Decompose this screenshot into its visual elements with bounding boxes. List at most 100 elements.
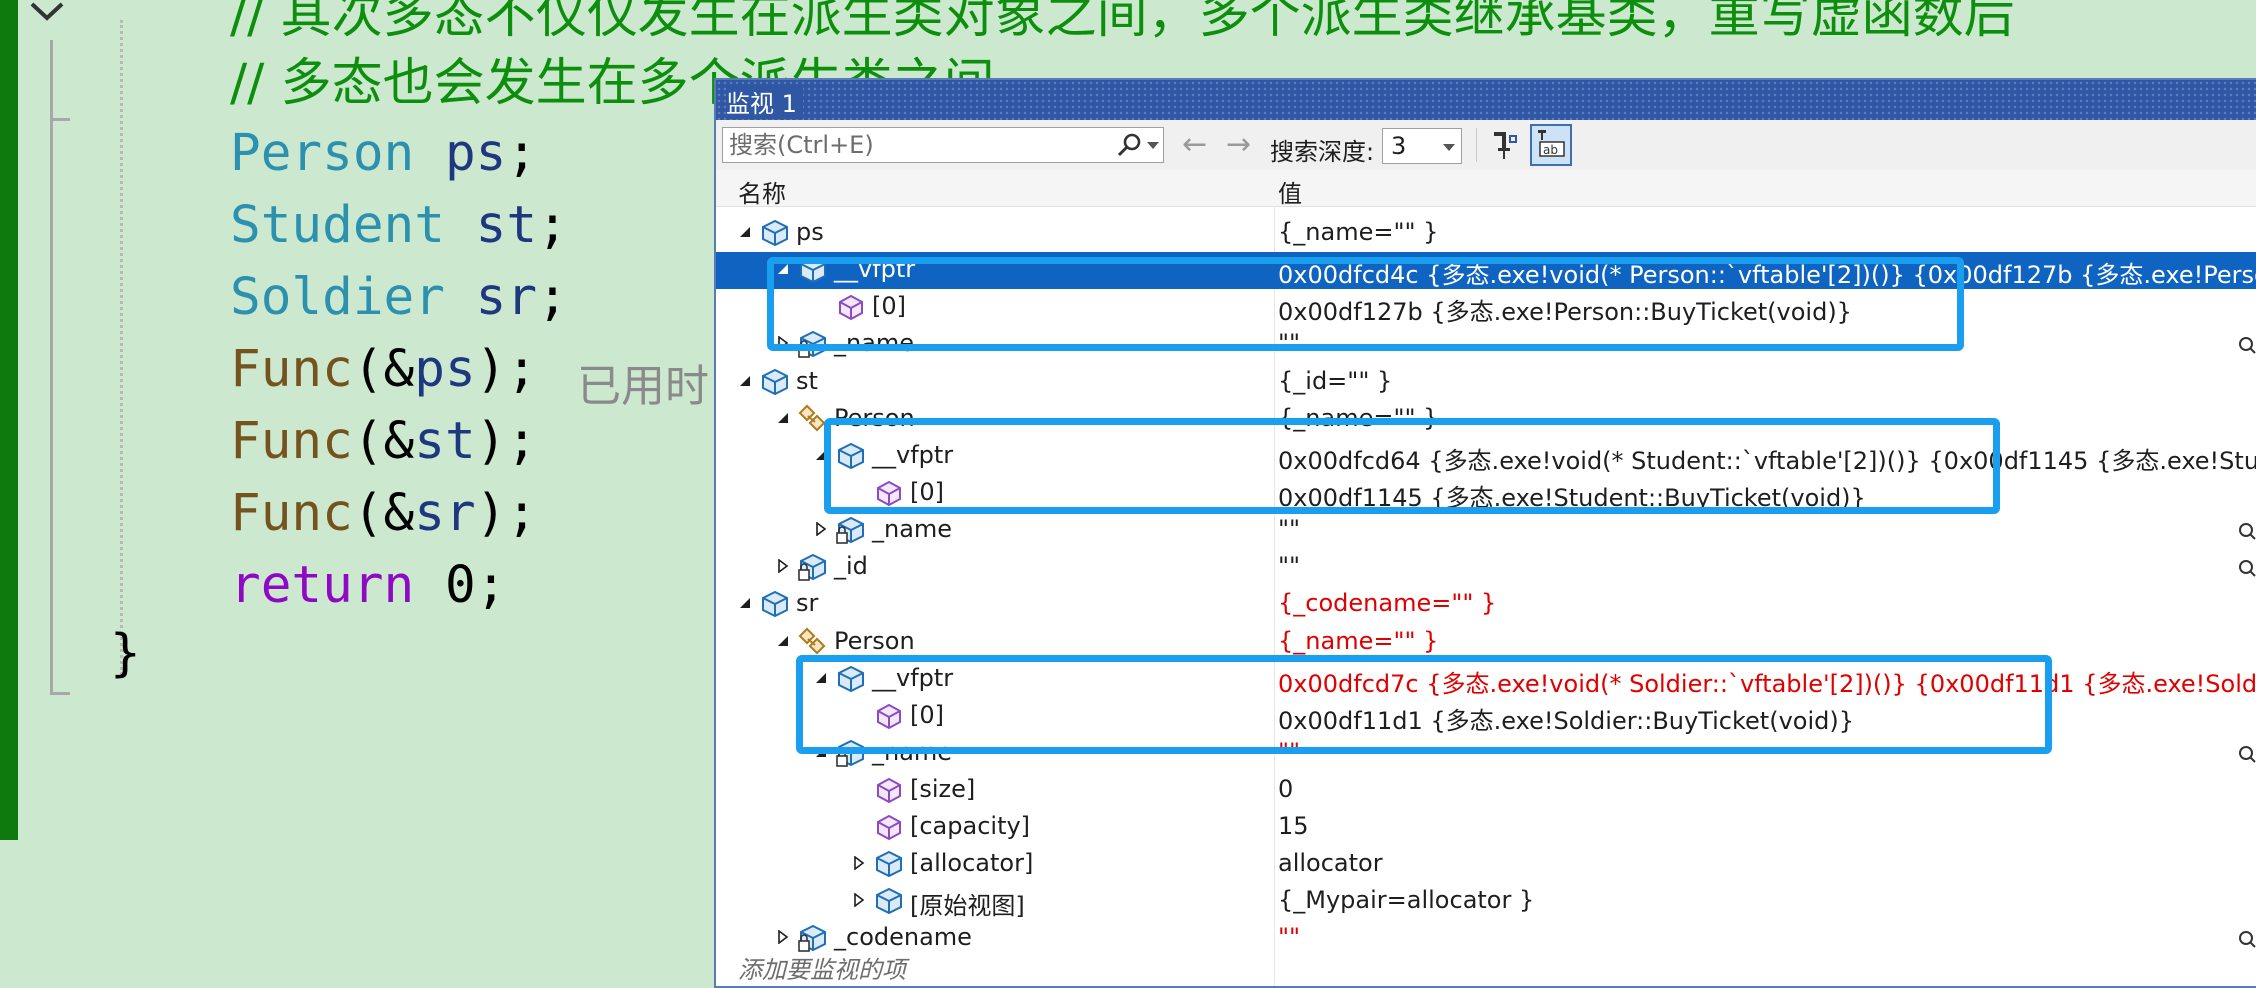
watch-row-name: st <box>796 367 818 395</box>
watch-row-value[interactable]: {_id="" } <box>1278 367 1392 395</box>
punctuation: ; <box>537 268 568 327</box>
watch-row-value[interactable]: {_name="" } <box>1278 627 1438 655</box>
watch-row-value[interactable]: "" <box>1278 515 1300 543</box>
collapsed-triangle-icon[interactable] <box>814 522 828 536</box>
indent-tick <box>50 692 70 695</box>
punctuation: (& <box>352 484 415 543</box>
indent-dotted-guide <box>120 20 123 675</box>
ab-icon: ab <box>1538 130 1565 157</box>
watch-row-value[interactable]: "" <box>1278 552 1300 580</box>
watch-row[interactable]: [size] 0 <box>716 772 2256 809</box>
variable-name: st <box>475 196 538 255</box>
column-name-header[interactable]: 名称 <box>738 174 786 209</box>
code-line-comment: // 其次多态不仅仅发生在派生类对象之间，多个派生类继承基类，重写虚函数后 <box>230 0 2015 52</box>
function-name: Func <box>230 340 353 399</box>
variable-name: sr <box>414 484 476 543</box>
watch-row-value[interactable]: 0 <box>1278 775 1293 803</box>
column-header: 名称 值 <box>716 170 2256 209</box>
watch-row-name: _id <box>834 552 868 580</box>
code-line-declaration: Person ps; <box>230 118 537 190</box>
object-icon <box>876 887 902 915</box>
chevron-down-icon[interactable] <box>24 0 70 32</box>
visualizer-search-icon[interactable] <box>2238 522 2256 540</box>
elapsed-time-hint: 已用时 <box>577 361 709 412</box>
watch-row[interactable]: _codename "" <box>716 920 2256 957</box>
type-name: Person <box>230 124 415 183</box>
column-value-header[interactable]: 值 <box>1278 174 1302 209</box>
collapsed-triangle-icon[interactable] <box>776 930 790 944</box>
highlight-box <box>796 655 2052 754</box>
watch-row[interactable]: [原始视图] {_Mypair=allocator } <box>716 883 2256 920</box>
watch-row[interactable]: _id "" <box>716 549 2256 586</box>
base-class-icon <box>798 627 826 655</box>
watch-row-name: ps <box>796 218 824 246</box>
watch-row-name: _codename <box>834 923 972 951</box>
type-name: Student <box>230 196 445 255</box>
watch-row[interactable]: _name "" <box>716 512 2256 549</box>
watch-row[interactable]: [capacity] 15 <box>716 809 2256 846</box>
pin-icon[interactable] <box>1488 126 1524 164</box>
forward-arrow-icon[interactable]: → <box>1226 130 1251 160</box>
variable-name: sr <box>475 268 538 327</box>
search-depth-select[interactable]: 3 <box>1382 128 1462 164</box>
locked-field-icon <box>798 924 826 952</box>
locked-field-icon <box>798 553 826 581</box>
add-watch-item[interactable]: 添加要监视的项 <box>738 950 906 985</box>
watch-row[interactable]: ps {_name="" } <box>716 215 2256 252</box>
code-line-call: Func(&st); <box>230 406 537 478</box>
watch-row-name: _name <box>872 515 953 543</box>
visualizer-search-icon[interactable] <box>2238 559 2256 577</box>
locked-field-icon <box>836 516 864 544</box>
expanded-triangle-icon[interactable] <box>738 225 752 239</box>
collapsed-triangle-icon[interactable] <box>776 559 790 573</box>
code-line-declaration: Soldier sr; <box>230 262 568 334</box>
watch-row[interactable]: [allocator] allocator <box>716 846 2256 883</box>
punctuation: ; <box>537 196 568 255</box>
search-icon[interactable] <box>1115 132 1143 160</box>
svg-text:ab: ab <box>1543 143 1558 157</box>
watch-row-value[interactable]: allocator <box>1278 849 1383 877</box>
element-icon <box>877 777 901 804</box>
variable-name: ps <box>444 124 507 183</box>
variable-name: st <box>414 412 476 471</box>
keyword-return: return <box>230 556 415 615</box>
watch-row-value[interactable]: {_codename="" } <box>1278 589 1496 617</box>
object-icon <box>762 219 788 247</box>
type-name: Soldier <box>230 268 445 327</box>
visualizer-search-icon[interactable] <box>2238 745 2256 763</box>
punctuation: ; <box>506 124 538 183</box>
code-line-return: return 0; <box>230 550 506 622</box>
expanded-triangle-icon[interactable] <box>776 411 790 425</box>
search-options-dropdown-icon[interactable] <box>1147 142 1159 149</box>
search-input[interactable] <box>729 130 1099 160</box>
expanded-triangle-icon[interactable] <box>738 374 752 388</box>
expanded-triangle-icon[interactable] <box>738 596 752 610</box>
back-arrow-icon[interactable]: ← <box>1182 130 1207 160</box>
punctuation: ); <box>475 484 538 543</box>
watch-row-value[interactable]: "" <box>1278 923 1300 951</box>
watch-window: 监视 1 ← → 搜索深度: 3 ab <box>714 78 2256 988</box>
watch-row[interactable]: sr {_codename="" } <box>716 586 2256 623</box>
code-line-call: Func(&sr); <box>230 478 537 550</box>
indent-guide <box>50 40 53 695</box>
editor-gutter-bar <box>0 0 18 840</box>
watch-row-value[interactable]: {_Mypair=allocator } <box>1278 886 1534 914</box>
visualizer-search-icon[interactable] <box>2238 336 2256 354</box>
view-as-text-button[interactable]: ab <box>1530 124 1572 166</box>
watch-row[interactable]: st {_id="" } <box>716 364 2256 401</box>
watch-row-value[interactable]: {_name="" } <box>1278 218 1438 246</box>
code-line-call: Func(&ps); <box>230 334 537 406</box>
collapsed-triangle-icon[interactable] <box>852 893 866 907</box>
search-depth-value: 3 <box>1391 132 1407 160</box>
expanded-triangle-icon[interactable] <box>776 634 790 648</box>
watch-title-bar[interactable]: 监视 1 <box>716 80 2256 120</box>
watch-row-value[interactable]: 15 <box>1278 812 1309 840</box>
punctuation: (& <box>352 412 415 471</box>
punctuation: (& <box>352 340 415 399</box>
code-line-declaration: Student st; <box>230 190 568 262</box>
collapsed-triangle-icon[interactable] <box>852 856 866 870</box>
visualizer-search-icon[interactable] <box>2238 930 2256 948</box>
function-name: Func <box>230 484 353 543</box>
chevron-down-icon <box>1443 144 1455 151</box>
toolbar-separator <box>1476 128 1477 162</box>
